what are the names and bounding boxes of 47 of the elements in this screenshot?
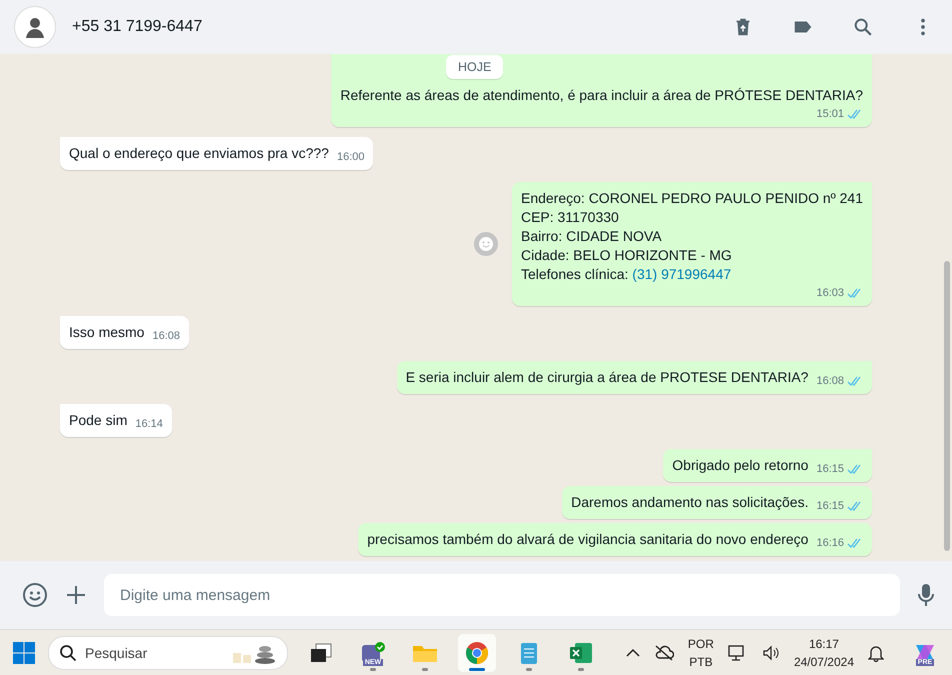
message-text: CEP: 31170330 <box>520 208 620 227</box>
contact-avatar[interactable] <box>14 6 56 48</box>
message-time: 16:14 <box>135 417 163 432</box>
teams-icon <box>361 642 385 664</box>
message-time: 15:01 <box>816 107 844 122</box>
message-text: precisamos também do alvará de vigilancia sanitaria do novo endereço <box>367 530 808 549</box>
contact-name: +55 31 7199-6447 <box>72 18 204 36</box>
notepad-icon <box>519 640 539 664</box>
search-placeholder: Pesquisar <box>85 644 148 660</box>
message-time: 16:08 <box>816 374 844 389</box>
message-text: Telefones clínica: (31) 971996447 <box>520 265 732 284</box>
spreadsheet-icon <box>569 642 593 664</box>
windows-start-icon[interactable] <box>12 640 36 664</box>
message-time: 16:03 <box>816 286 844 301</box>
message-text: Obrigado pelo retorno <box>672 456 808 475</box>
message-text: E seria incluir alem de cirurgia a área de PROTESE DENTARIA? <box>406 368 808 387</box>
browser-icon <box>465 640 489 664</box>
windows-stack-icon <box>310 642 332 662</box>
date-badge: HOJE <box>446 55 504 79</box>
microphone-icon[interactable] <box>918 583 934 607</box>
message-text: Daremos andamento nas solicitações. <box>571 493 808 512</box>
scrollbar-thumb[interactable] <box>944 261 950 551</box>
speaker-icon[interactable] <box>762 644 780 660</box>
message-time: 16:16 <box>816 536 844 551</box>
message-text: Endereço: CORONEL PEDRO PAULO PENIDO nº 241 <box>520 189 863 208</box>
message-text: Bairro: CIDADE NOVA <box>520 227 663 246</box>
bell-icon[interactable] <box>868 644 884 662</box>
message-text: Cidade: BELO HORIZONTE - MG <box>520 246 733 265</box>
message-text: Pode sim <box>69 411 128 430</box>
message-input[interactable]: Digite uma mensagem <box>104 574 900 616</box>
chevron-up-icon[interactable] <box>626 648 640 658</box>
cloud-off-icon[interactable] <box>654 644 674 660</box>
message-text: Referente as áreas de atendimento, é para incluir a área de PRÓTESE DENTARIA? <box>340 86 863 105</box>
search-icon <box>59 644 77 662</box>
emoji-icon[interactable] <box>22 582 48 608</box>
search-icon[interactable] <box>852 16 874 38</box>
message-time: 16:08 <box>152 329 180 344</box>
message-time: 16:15 <box>816 499 844 514</box>
taskbar-search-field[interactable]: Pesquisar <box>48 636 288 670</box>
message-time: 16:00 <box>336 150 364 165</box>
language-indicator[interactable]: POR PTB <box>688 634 714 670</box>
plus-icon[interactable] <box>66 585 86 605</box>
message-text: Isso mesmo <box>69 323 144 342</box>
clock[interactable]: 16:17 24/07/2024 <box>794 634 854 670</box>
message-text: Qual o endereço que enviamos pra vc??? <box>69 144 329 163</box>
phone-link[interactable]: (31) 971996447 <box>632 266 732 282</box>
message-time: 16:15 <box>816 462 844 477</box>
